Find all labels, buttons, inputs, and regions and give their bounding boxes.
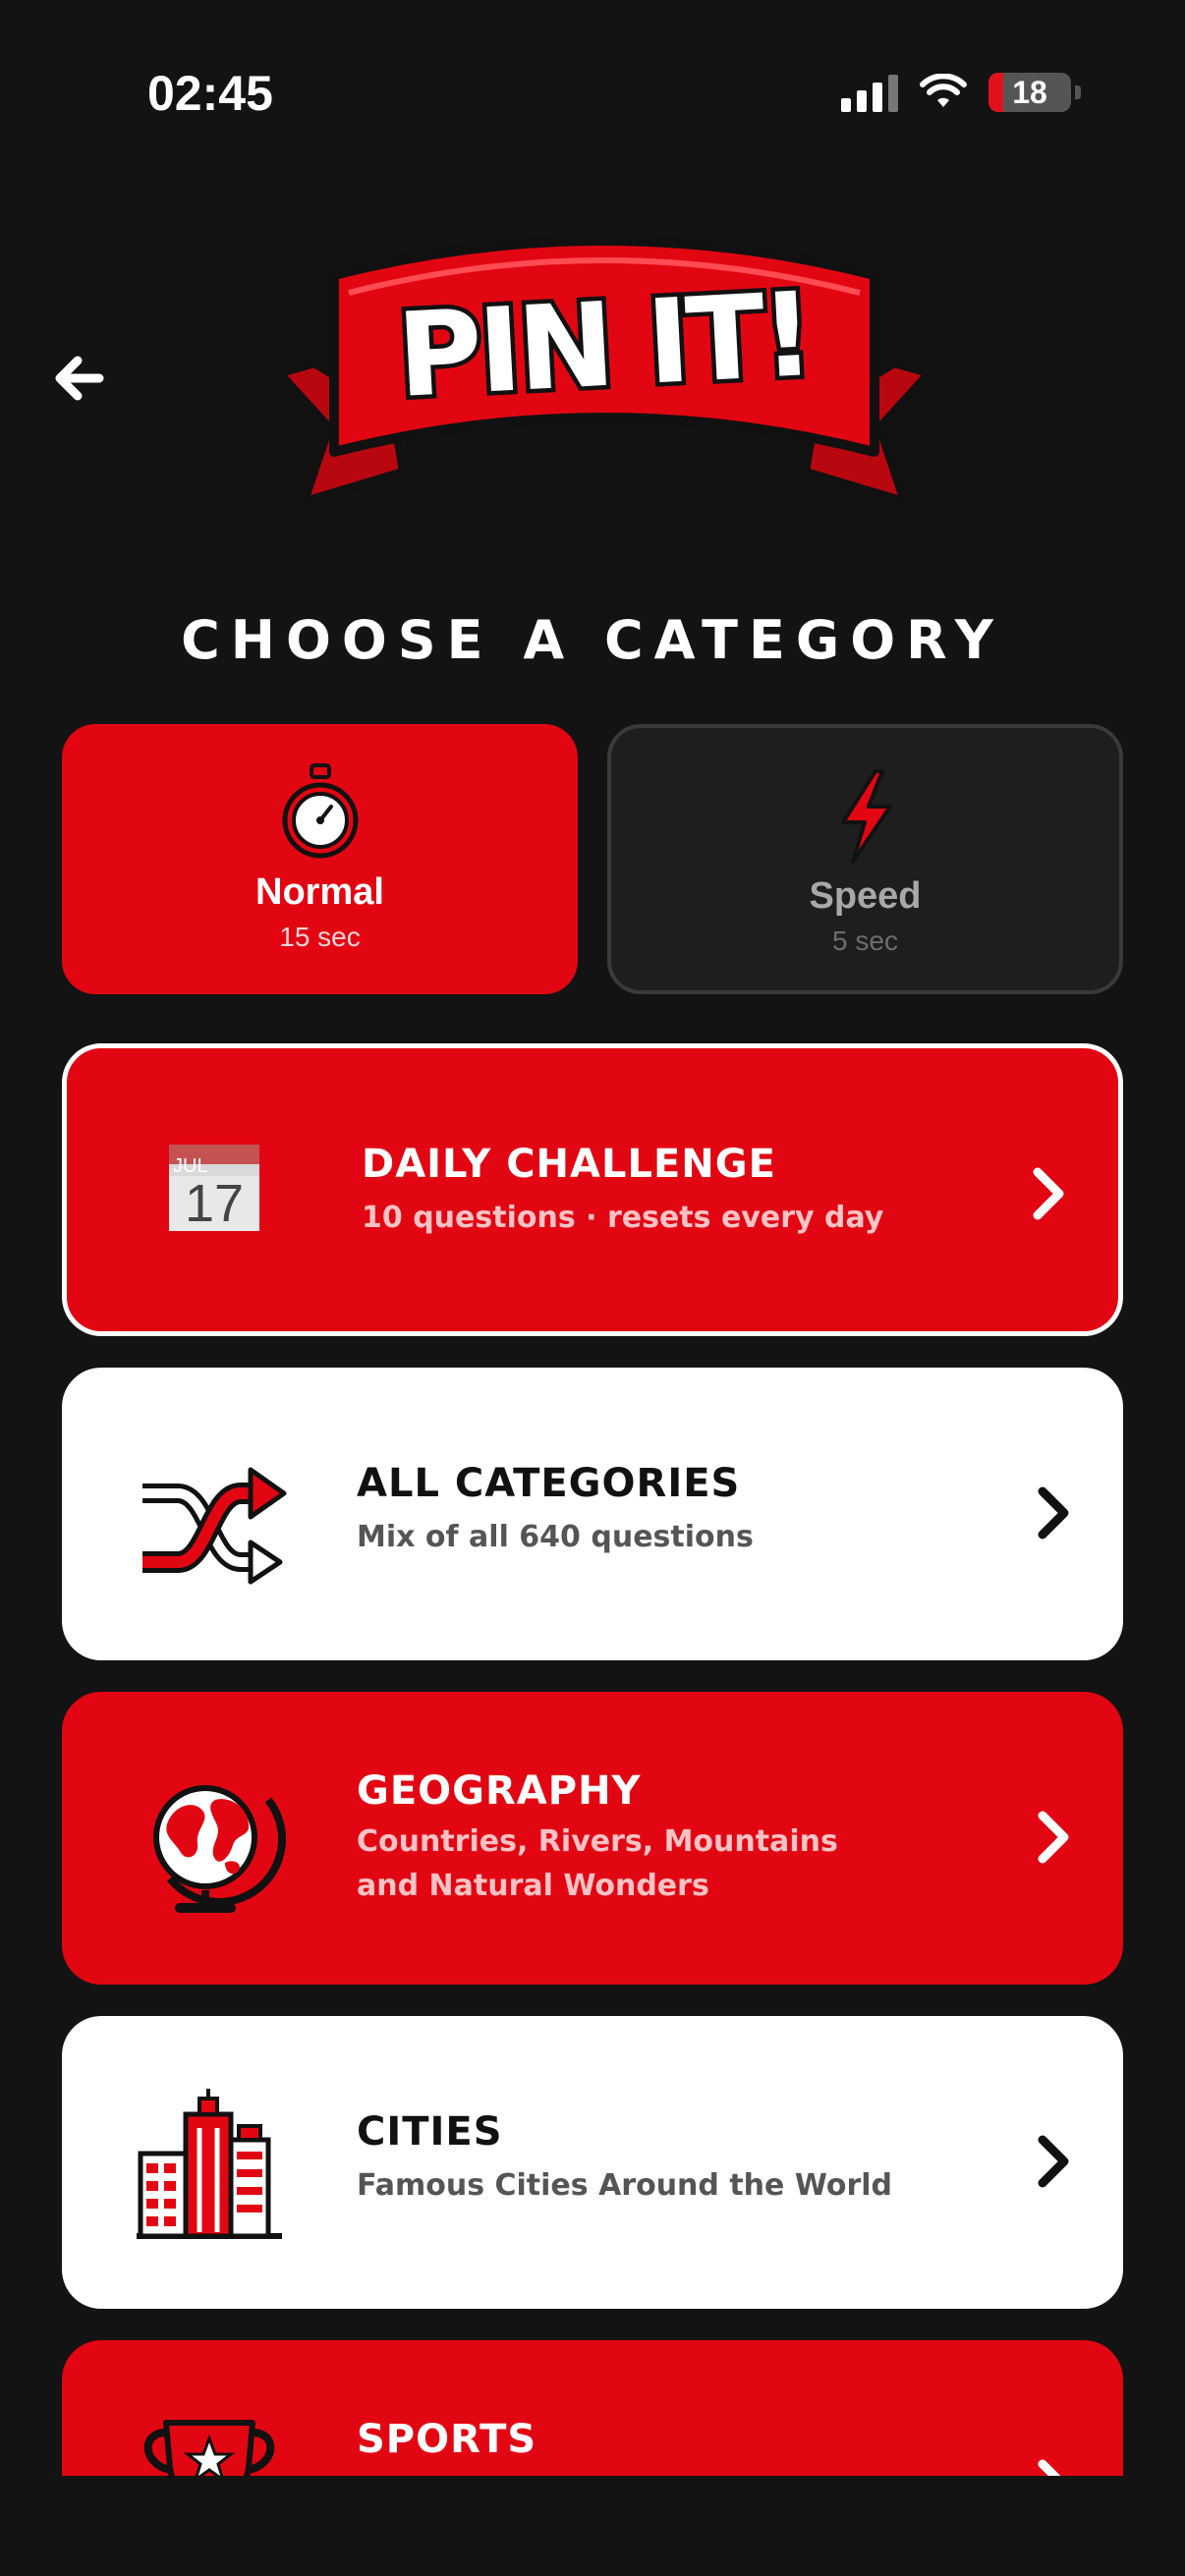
category-description: 10 questions · resets every day: [362, 1201, 884, 1235]
mode-label: Normal: [255, 871, 384, 913]
back-button[interactable]: [43, 344, 112, 413]
category-daily-challenge[interactable]: JUL 17 DAILY CHALLENGE 10 questions · re…: [62, 1043, 1123, 1336]
mode-normal-button[interactable]: Normal 15 sec: [62, 724, 578, 994]
category-description: Countries, Rivers, Mountains: [357, 1824, 838, 1859]
chevron-right-icon: [1038, 1811, 1069, 1864]
category-all-categories[interactable]: ALL CATEGORIES Mix of all 640 questions: [62, 1368, 1123, 1660]
category-geography[interactable]: GEOGRAPHY Countries, Rivers, Mountains a…: [62, 1692, 1123, 1985]
arrow-left-icon: [55, 356, 104, 401]
category-title: GEOGRAPHY: [357, 1768, 642, 1814]
category-title: DAILY CHALLENGE: [362, 1142, 776, 1187]
mode-duration: 5 sec: [832, 925, 898, 956]
battery-icon: 18: [988, 73, 1071, 112]
chevron-right-icon: [1038, 1486, 1069, 1540]
category-description: Famous Cities Around the World: [357, 2168, 893, 2203]
category-description: Mix of all 640 questions: [357, 1520, 754, 1554]
category-cities[interactable]: CITIES Famous Cities Around the World: [62, 2016, 1123, 2309]
status-bar: 02:45 18: [0, 0, 1185, 187]
globe-icon: [153, 1785, 286, 1913]
calendar-day: 17: [185, 1174, 244, 1233]
calendar-icon: JUL 17: [169, 1145, 259, 1233]
app-logo: PIN IT!: [285, 236, 924, 505]
stopwatch-icon: [282, 763, 358, 859]
category-title: SPORTS: [357, 2417, 537, 2462]
category-description: and Natural Wonders: [357, 1869, 709, 1903]
status-time: 02:45: [147, 66, 273, 121]
bottom-safe-area: [0, 2476, 1185, 2576]
mode-label: Speed: [809, 875, 922, 917]
buildings-icon: [137, 2089, 282, 2239]
mode-speed-button[interactable]: Speed 5 sec: [607, 724, 1123, 994]
logo-text: PIN IT!: [394, 266, 814, 423]
chevron-right-icon: [1033, 1167, 1064, 1220]
shuffle-icon: [142, 1467, 287, 1585]
cellular-signal-icon: [841, 73, 898, 112]
category-title: ALL CATEGORIES: [357, 1461, 741, 1506]
chevron-right-icon: [1038, 2135, 1069, 2188]
battery-level: 18: [1012, 74, 1047, 110]
mode-duration: 15 sec: [279, 922, 361, 952]
category-title: CITIES: [357, 2109, 503, 2155]
section-title: CHOOSE A CATEGORY: [181, 609, 1004, 671]
status-icons: 18: [841, 73, 1081, 112]
wifi-icon: [920, 74, 967, 107]
lightning-icon: [840, 769, 892, 864]
